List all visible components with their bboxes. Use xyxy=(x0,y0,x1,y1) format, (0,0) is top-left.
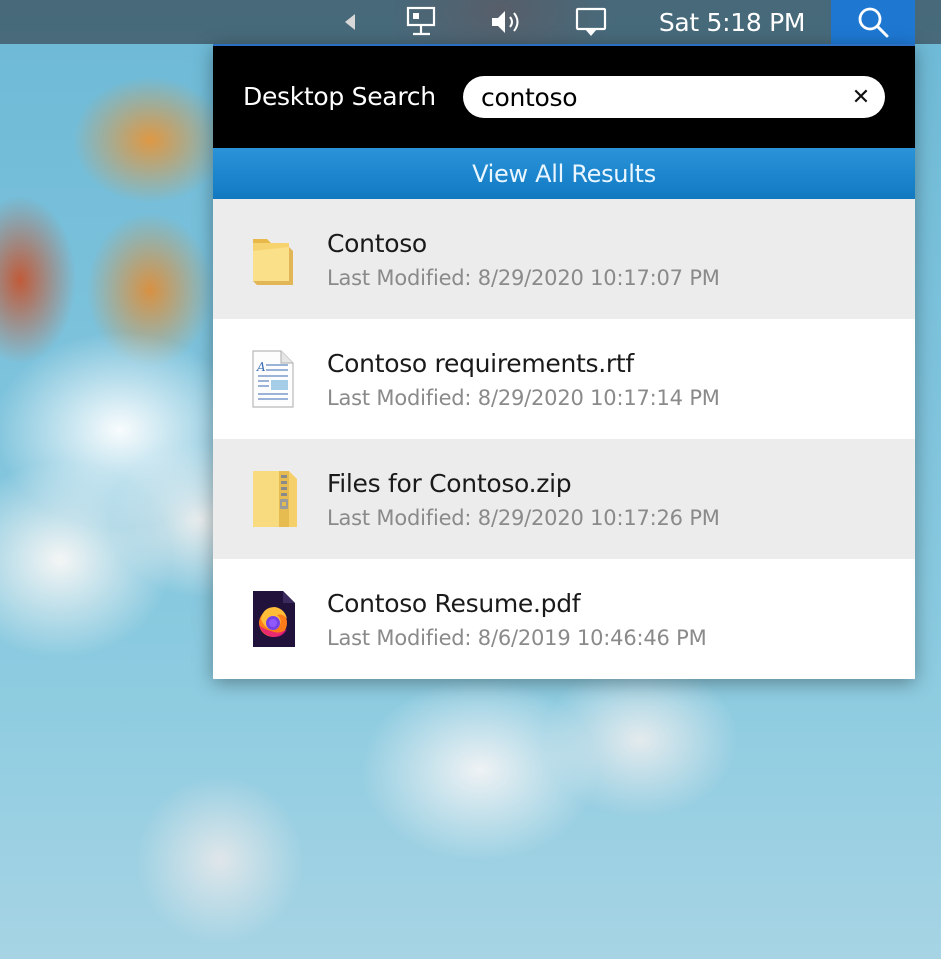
left-triangle-icon[interactable] xyxy=(340,0,360,44)
result-name: Contoso xyxy=(327,229,427,258)
result-modified: Last Modified: 8/29/2020 10:17:14 PM xyxy=(327,386,720,410)
close-icon[interactable]: ✕ xyxy=(847,83,875,111)
volume-icon[interactable] xyxy=(486,0,528,44)
zip-folder-icon xyxy=(249,469,301,529)
result-item[interactable]: Files for Contoso.zip Last Modified: 8/2… xyxy=(213,439,915,559)
results-list: Contoso Last Modified: 8/29/2020 10:17:0… xyxy=(213,199,915,679)
desktop-search-panel: Desktop Search ✕ View All Results Contos… xyxy=(213,44,915,679)
result-name: Files for Contoso.zip xyxy=(327,469,572,498)
result-modified: Last Modified: 8/29/2020 10:17:26 PM xyxy=(327,506,720,530)
folder-icon xyxy=(249,229,301,289)
result-modified: Last Modified: 8/6/2019 10:46:46 PM xyxy=(327,626,707,650)
result-item[interactable]: Contoso Last Modified: 8/29/2020 10:17:0… xyxy=(213,199,915,319)
display-icon[interactable] xyxy=(570,0,612,44)
clock[interactable]: Sat 5:18 PM xyxy=(652,0,812,44)
search-panel-header: Desktop Search ✕ xyxy=(213,44,915,148)
search-box: ✕ xyxy=(463,76,885,118)
panel-title: Desktop Search xyxy=(243,82,436,111)
result-item[interactable]: Contoso Resume.pdf Last Modified: 8/6/20… xyxy=(213,559,915,679)
view-all-results-button[interactable]: View All Results xyxy=(213,148,915,199)
result-name: Contoso requirements.rtf xyxy=(327,349,634,378)
search-input[interactable] xyxy=(481,76,841,118)
rtf-document-icon: A xyxy=(249,349,301,409)
svg-text:A: A xyxy=(256,360,266,374)
result-item[interactable]: A Contoso requirements.rtf Last Modified… xyxy=(213,319,915,439)
network-icon[interactable] xyxy=(402,0,442,44)
result-modified: Last Modified: 8/29/2020 10:17:07 PM xyxy=(327,266,720,290)
search-icon[interactable] xyxy=(831,0,915,44)
result-name: Contoso Resume.pdf xyxy=(327,589,581,618)
menu-bar: Sat 5:18 PM xyxy=(0,0,941,44)
firefox-pdf-icon xyxy=(249,589,301,649)
